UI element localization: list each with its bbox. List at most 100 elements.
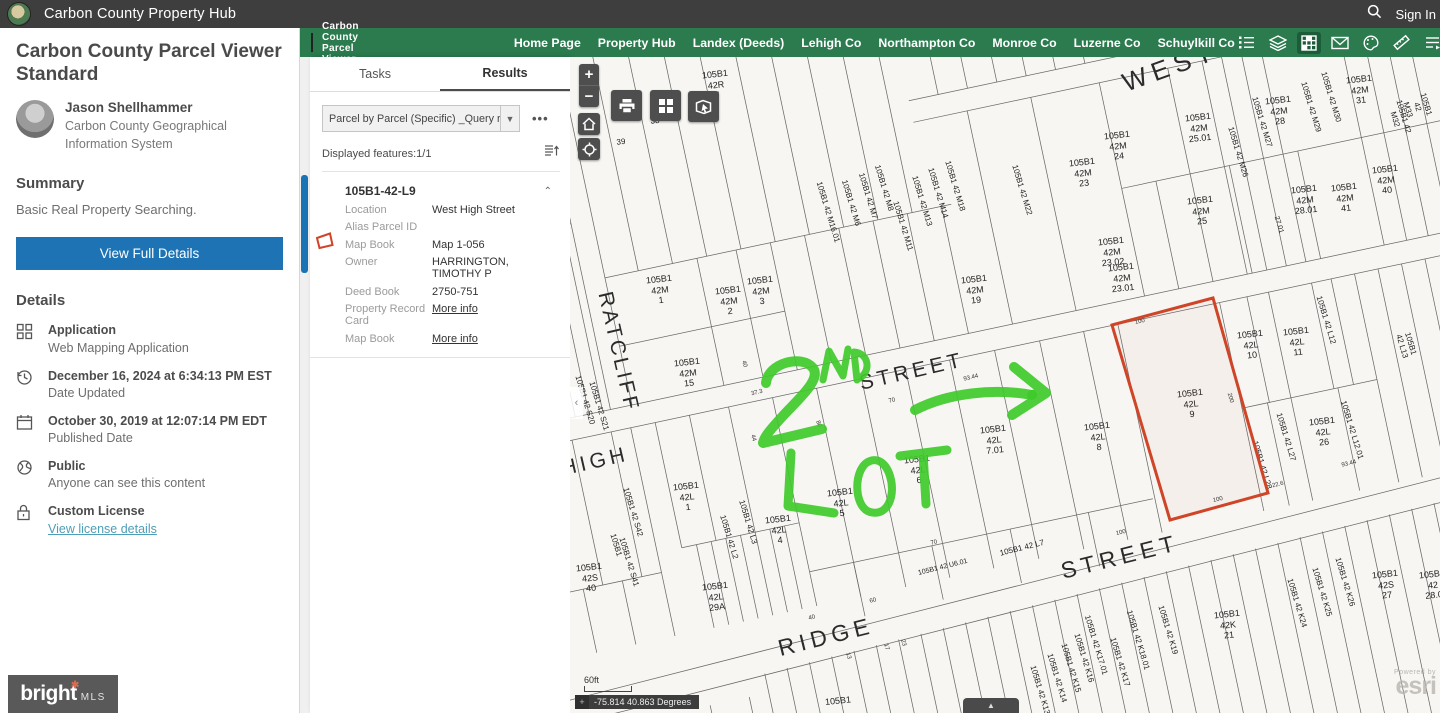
parcel-label: 105B1 42M 19 [960,273,989,307]
sidebar-scrollbar-track [300,28,310,713]
palette-icon[interactable] [1359,32,1383,54]
field-label: Map Book [345,333,432,345]
field-value: HARRINGTON, TIMOTHY P [432,256,560,280]
detail-item-custom-license: Custom License View license details [16,503,283,537]
bright-asterisk-icon: ✱ [71,680,79,691]
detail-title: Public [48,458,205,474]
parcel-label: 105B1 42L 10 [1236,328,1265,362]
parcel-label: 105B1 42L 5 [826,486,855,520]
displayed-features-count: Displayed features:1/1 [322,148,544,160]
nav-link-monroe-co[interactable]: Monroe Co [992,36,1056,50]
details-heading: Details [16,292,283,309]
query-result-select[interactable]: Parcel by Parcel (Specific) _Query resul… [322,105,520,132]
parcel-label: 105B1 42L 6 [903,453,932,487]
feature-list-icon[interactable] [544,144,560,163]
top-app-bar: Carbon County Property Hub Sign In [0,0,1440,28]
tab-results[interactable]: Results [440,57,570,91]
locate-button[interactable] [578,138,600,160]
detail-title: Application [48,322,189,338]
summary-text: Basic Real Property Searching. [16,202,283,217]
nav-link-home-page[interactable]: Home Page [514,36,581,50]
detail-sub: Published Date [48,431,267,445]
locate-icon [582,142,597,157]
detail-item-public: Public Anyone can see this content [16,458,283,490]
zoom-out-button[interactable]: − [579,85,599,107]
history-clock-icon [16,368,36,400]
basemap-gallery-button[interactable] [650,90,681,121]
field-label: Property Record Card [345,303,432,327]
parcel-label: 105B1 42 28.0 [1418,568,1440,602]
zoom-in-button[interactable]: + [579,64,599,85]
collapse-chevron-icon[interactable]: ⌃ [544,186,552,197]
feature-id: 105B1-42-L9 [345,184,544,198]
field-value: 2750-751 [432,286,479,298]
detail-sub: Web Mapping Application [48,341,189,355]
parcel-label: 105B1 42S 40 [575,561,604,595]
nav-link-luzerne-co[interactable]: Luzerne Co [1074,36,1141,50]
tab-tasks[interactable]: Tasks [310,57,440,91]
result-options-menu[interactable]: ••• [532,111,549,126]
zoom-control: + − [579,64,599,107]
field-row-alias-parcel-id: Alias Parcel ID [310,221,560,233]
parcel-label: 105B1 42L 1 [672,480,701,514]
layers-icon[interactable] [1266,32,1290,54]
parcel-label: 105B1 42K 21 [1213,608,1242,642]
parcel-label: 105B1 42L 26 [1308,415,1337,449]
owner-row: Jason Shellhammer Carbon County Geograph… [16,100,283,153]
field-row-deed-book: Deed Book2750-751 [310,286,560,298]
nav-link-lehigh-co[interactable]: Lehigh Co [801,36,861,50]
nav-link-schuylkill-co[interactable]: Schuylkill Co [1158,36,1235,50]
crosshair-icon: + [575,695,589,709]
parcel-label: 105B1 42M 24 [1103,129,1132,163]
detail-title: December 16, 2024 at 6:34:13 PM EST [48,368,272,384]
view-full-details-button[interactable]: View Full Details [16,237,283,270]
more-info-link[interactable]: More info [432,303,478,327]
more-info-link[interactable]: More info [432,333,478,345]
select-extract-button[interactable] [688,91,719,122]
detail-title: October 30, 2019 at 12:07:14 PM EDT [48,413,267,429]
sign-in-link[interactable]: Sign In [1396,7,1436,22]
print-button[interactable] [611,90,642,121]
coordinate-readout: + -75.814 40.863 Degrees [575,695,699,709]
mail-icon[interactable] [1328,32,1352,54]
scale-bar: 60ft [584,675,632,692]
field-row-location: LocationWest High Street [310,204,560,216]
parcel-label: 105B1 42M 23 [1068,156,1097,190]
parcel-label: 105B1 42L 8 [1083,420,1112,454]
layer-list-icon[interactable] [1421,32,1440,54]
basemap-grid-icon[interactable] [1297,32,1321,54]
parcel-label: 105B1 42S 27 [1371,568,1400,602]
map-canvas[interactable]: WESTSTREETRATCLIFFHIGHRIDGESTREET105B1 4… [570,57,1440,713]
nav-link-northampton-co[interactable]: Northampton Co [878,36,975,50]
detail-title: Custom License [48,503,157,519]
field-label: Map Book [345,239,432,251]
home-icon [582,117,596,131]
parcel-label: 105B1 42M 25.01 [1184,111,1213,145]
field-value: West High Street [432,204,515,216]
results-panel: Tasks Results Parcel by Parcel (Specific… [310,57,570,713]
nav-link-landex-deeds-[interactable]: Landex (Deeds) [693,36,785,50]
home-button[interactable] [578,113,600,135]
field-label: Location [345,204,432,216]
legend-list-icon[interactable] [1235,32,1259,54]
search-icon[interactable] [1367,4,1382,24]
app-title: Carbon County Property Hub [44,6,236,22]
measure-icon[interactable] [1390,32,1414,54]
parcel-label: 105B1 42M 1 [645,273,674,307]
attribution-toggle[interactable]: ▲ [963,698,1019,713]
detail-item-december-16-2024-at-6-34-13-pm: December 16, 2024 at 6:34:13 PM ESTDate … [16,368,283,400]
print-icon [618,98,636,114]
feature-card: 105B1-42-L9 ⌃ LocationWest High Street Al… [310,176,570,358]
esri-attribution: Powered by esri [1394,669,1436,696]
parcel-label: 39 [616,137,626,147]
grid-icon [16,322,36,354]
parcel-label: 105B1 42M 23.01 [1107,261,1136,295]
left-sidebar: Carbon County Parcel Viewer Standard Jas… [0,28,300,713]
owner-name: Jason Shellhammer [65,100,275,115]
panel-collapse-tab[interactable]: ‹ [570,387,583,419]
detail-sub: Anyone can see this content [48,476,205,490]
view-license-details-link[interactable]: View license details [48,522,157,536]
nav-link-property-hub[interactable]: Property Hub [598,36,676,50]
sidebar-scrollbar-thumb[interactable] [301,175,308,273]
lock-icon [16,503,36,537]
